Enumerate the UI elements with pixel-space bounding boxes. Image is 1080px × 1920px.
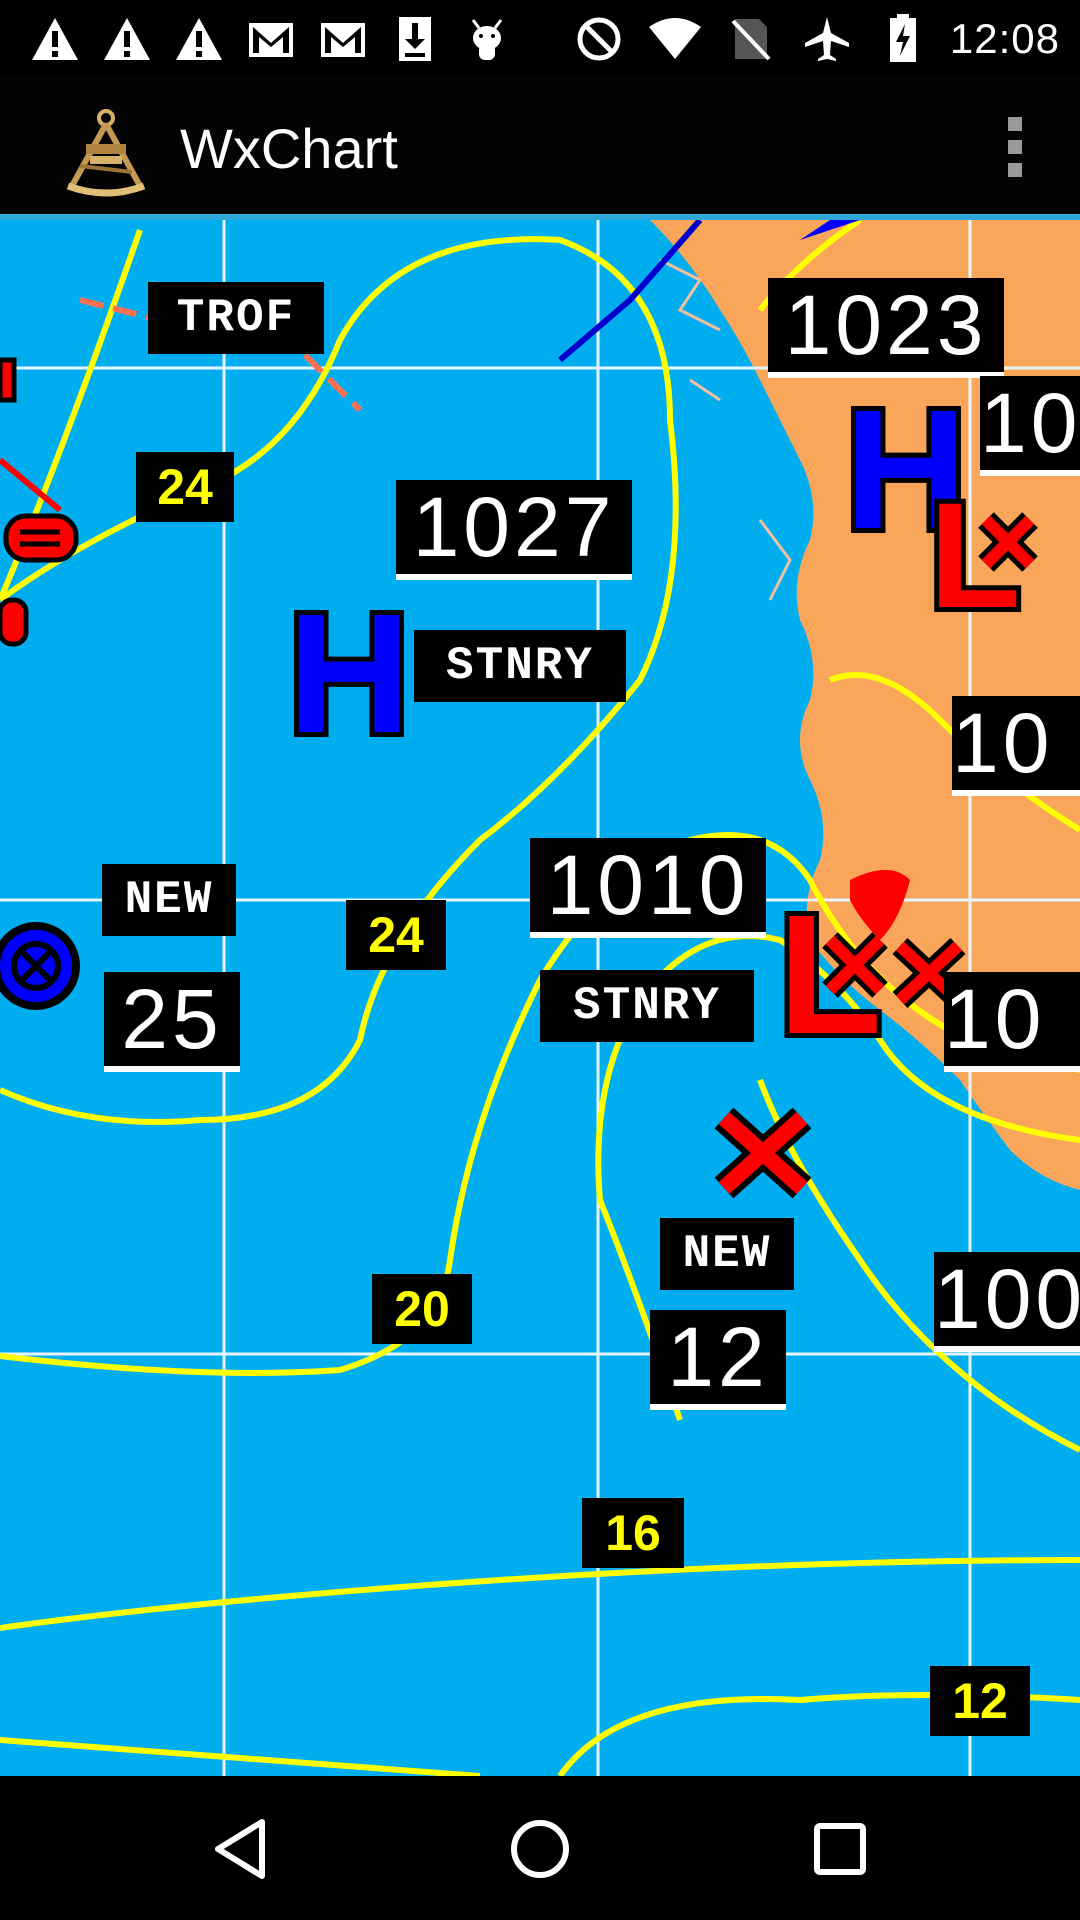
app-bar: WxChart xyxy=(0,78,1080,217)
overflow-menu-icon[interactable] xyxy=(990,112,1040,182)
home-icon[interactable] xyxy=(490,1804,590,1894)
weather-chart-map[interactable]: H H L L TROF 1023 10 1027 STNRY 10 NEW 2… xyxy=(0,220,1080,1776)
isobar-value: 12 xyxy=(930,1666,1030,1736)
pressure-label: 10 xyxy=(952,696,1080,796)
isobar-value: 24 xyxy=(136,452,234,522)
status-bar: 12:08 xyxy=(0,0,1080,78)
isobar-value: 24 xyxy=(346,900,446,970)
status-notifications xyxy=(26,12,516,66)
stationary-label: STNRY xyxy=(540,970,754,1042)
low-pressure-label: L xyxy=(773,880,887,1070)
pressure-label: 1027 xyxy=(396,480,632,580)
battery-charging-icon xyxy=(874,12,932,66)
stationary-label: STNRY xyxy=(414,630,626,702)
high-pressure-label: H xyxy=(283,579,416,769)
low-pressure-center: L xyxy=(920,475,1030,635)
do-not-disturb-icon xyxy=(570,12,628,66)
low-pressure-label: L xyxy=(924,471,1026,639)
trough-label: TROF xyxy=(148,282,324,354)
status-system-icons: 12:08 xyxy=(570,12,1060,66)
pressure-label: 12 xyxy=(650,1310,786,1410)
new-label: NEW xyxy=(102,864,236,936)
download-icon xyxy=(386,12,444,66)
navigation-bar xyxy=(0,1776,1080,1920)
status-time: 12:08 xyxy=(949,15,1060,62)
back-icon[interactable] xyxy=(190,1804,290,1894)
android-debug-icon xyxy=(458,12,516,66)
gmail-icon xyxy=(314,12,372,66)
app-title: WxChart xyxy=(180,117,398,180)
pressure-label: 1010 xyxy=(530,838,766,938)
airplane-mode-icon xyxy=(798,12,856,66)
pressure-label: 25 xyxy=(104,972,240,1072)
wifi-icon xyxy=(646,12,704,66)
low-pressure-center: L xyxy=(770,885,890,1065)
pressure-label: 1023 xyxy=(768,278,1004,378)
pressure-label: 100 xyxy=(934,1252,1080,1352)
sextant-logo-icon xyxy=(60,106,152,198)
no-sim-icon xyxy=(722,12,780,66)
high-pressure-center: H xyxy=(278,584,420,764)
warning-icon xyxy=(98,12,156,66)
pressure-label: 10 xyxy=(980,376,1080,476)
new-label: NEW xyxy=(660,1218,794,1290)
storm-symbol-icon xyxy=(0,922,80,1010)
gmail-icon xyxy=(242,12,300,66)
warning-icon xyxy=(170,12,228,66)
pressure-label: 10 xyxy=(944,972,1080,1072)
recents-icon[interactable] xyxy=(790,1804,890,1894)
isobar-value: 20 xyxy=(372,1274,472,1344)
isobar-value: 16 xyxy=(582,1498,684,1568)
warning-icon xyxy=(26,12,84,66)
